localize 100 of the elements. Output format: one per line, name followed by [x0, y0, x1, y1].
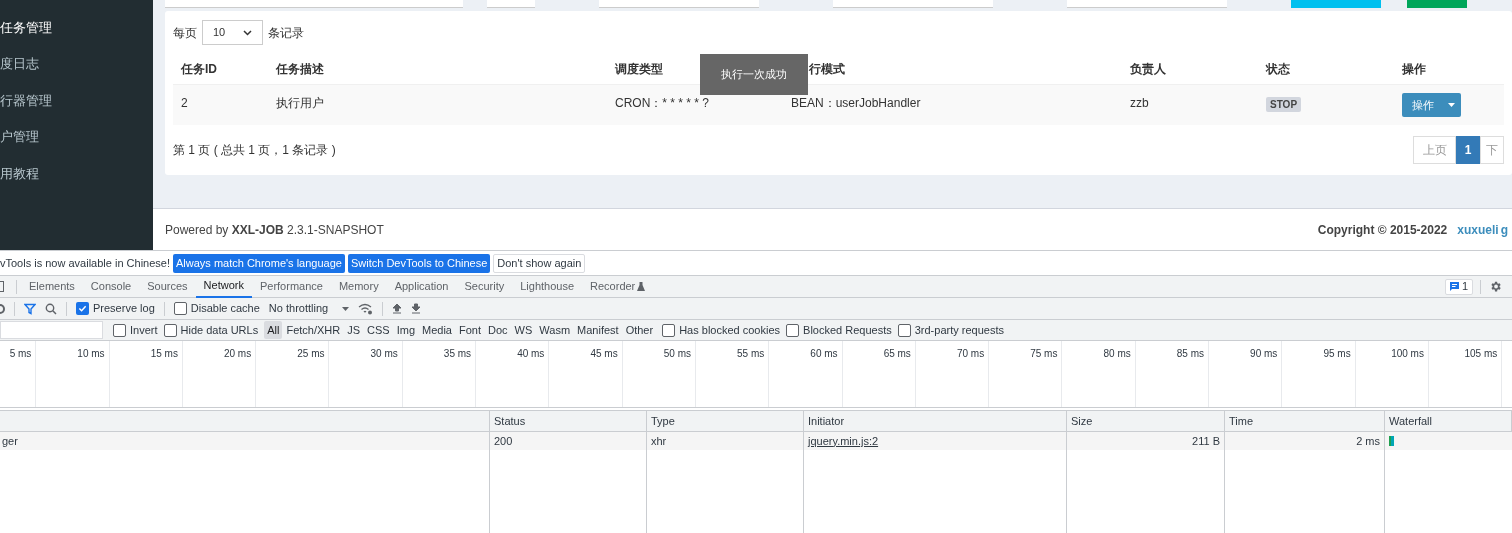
throttling-select[interactable]: No throttling: [268, 300, 350, 317]
column-header: Time: [1229, 413, 1254, 429]
time-tick-label: 80 ms: [1103, 347, 1131, 361]
filter-field[interactable]: [833, 0, 993, 8]
page-size-label: 条记录: [268, 24, 304, 42]
checkbox-label: Invert: [130, 322, 158, 338]
devtools-tab[interactable]: Recorder: [582, 275, 644, 298]
table-cell: BEAN：userJobHandler: [791, 96, 921, 110]
column-header: 行模式: [809, 60, 845, 78]
filter-field[interactable]: [1067, 0, 1227, 8]
table-cell: zzb: [1130, 96, 1149, 110]
checkbox[interactable]: [163, 323, 177, 337]
checkbox[interactable]: [76, 302, 89, 315]
filter-field[interactable]: [487, 0, 535, 8]
time-tick-label: 15 ms: [150, 347, 178, 361]
checkbox-label: Disable cache: [190, 301, 260, 317]
column-header: 负责人: [1130, 60, 1166, 78]
column-header: Type: [651, 413, 675, 429]
search-icon[interactable]: [45, 302, 57, 315]
devtools-tab[interactable]: Application: [386, 275, 457, 298]
resource-type-filter[interactable]: Fetch/XHR: [283, 321, 344, 339]
sidebar-item[interactable]: 户管理: [0, 118, 153, 155]
filter-icon[interactable]: [24, 302, 36, 315]
time-tick-label: 20 ms: [223, 347, 252, 361]
chevron-icon: [243, 29, 252, 36]
resource-type-filter[interactable]: All: [264, 321, 283, 339]
table-cell-text: xhr: [651, 433, 667, 449]
filter-input[interactable]: [0, 321, 103, 339]
banner-button[interactable]: Don't show again: [493, 253, 586, 273]
wifi-settings-icon[interactable]: [358, 302, 374, 315]
resource-type-filter[interactable]: CSS: [364, 321, 393, 339]
filter-field[interactable]: [599, 0, 759, 8]
table-cell: 执行用户: [276, 96, 324, 110]
banner-text: vTools is now available in Chinese!: [0, 255, 170, 271]
devtools-tab[interactable]: Console: [82, 275, 140, 298]
sidebar-item[interactable]: 用教程: [0, 155, 153, 192]
devtools-tab[interactable]: Memory: [330, 275, 387, 298]
resource-type-filter[interactable]: Media: [419, 321, 455, 339]
time-tick-label: 75 ms: [1030, 347, 1058, 361]
column-header: 任务ID: [181, 60, 217, 78]
check-icon: [78, 304, 87, 313]
sidebar-item[interactable]: 行器管理: [0, 82, 153, 119]
footer-link[interactable]: xuxueli: [1457, 220, 1499, 239]
copyright-text: Copyright © 2015-2022: [1317, 221, 1448, 239]
sidebar-item[interactable]: 度日志: [0, 45, 153, 82]
time-tick-label: 65 ms: [883, 347, 911, 361]
checkbox[interactable]: [786, 323, 800, 337]
resource-type-filter[interactable]: Img: [393, 321, 418, 339]
resource-type-filter[interactable]: Font: [456, 321, 484, 339]
column-header: Status: [494, 413, 526, 429]
page-button[interactable]: 1: [1456, 136, 1480, 164]
time-tick-label: 95 ms: [1323, 347, 1351, 361]
devtools-tab[interactable]: Performance: [251, 275, 331, 298]
issues-button[interactable]: 1: [1444, 278, 1473, 295]
time-tick-label: 25 ms: [297, 347, 325, 361]
sidebar-item[interactable]: 任务管理: [0, 9, 153, 46]
resource-type-filter[interactable]: Other: [622, 321, 657, 339]
column-header: 调度类型: [615, 60, 663, 78]
time-tick-label: 30 ms: [370, 347, 398, 361]
footer-link[interactable]: g: [1500, 220, 1508, 239]
devtools-tab[interactable]: Security: [456, 275, 513, 298]
caret-icon: [342, 306, 350, 311]
resource-type-filter[interactable]: WS: [511, 321, 536, 339]
upload-icon[interactable]: [392, 303, 403, 314]
checkbox[interactable]: [113, 323, 126, 337]
time-tick-label: 70 ms: [956, 347, 985, 361]
devtools-tab[interactable]: Sources: [139, 275, 196, 298]
column-header: Initiator: [808, 413, 845, 429]
filter-field[interactable]: [165, 0, 463, 8]
checkbox[interactable]: [897, 323, 911, 337]
page-size-select[interactable]: 10: [202, 20, 263, 45]
column-header: 状态: [1266, 60, 1290, 78]
caret-icon: [1448, 103, 1455, 107]
checkbox[interactable]: [173, 302, 187, 315]
resource-type-filter[interactable]: JS: [344, 321, 364, 339]
device-toolbar-icon[interactable]: [0, 281, 4, 292]
resource-type-filter[interactable]: Manifest: [574, 321, 622, 339]
devtools-tab[interactable]: Lighthouse: [512, 275, 583, 298]
checkbox-label: Has blocked cookies: [679, 322, 781, 338]
table-cell: CRON：* * * * * ?: [615, 96, 710, 110]
resource-type-filter[interactable]: Wasm: [536, 321, 574, 339]
column-header: 任务描述: [276, 60, 324, 78]
time-tick-label: 40 ms: [517, 347, 545, 361]
clear-icon[interactable]: [0, 303, 5, 314]
devtools-tab[interactable]: Elements: [21, 275, 83, 298]
checkbox[interactable]: [662, 323, 676, 337]
message-icon: [1449, 282, 1459, 291]
checkbox-label: 3rd-party requests: [914, 322, 1004, 338]
resource-type-filter[interactable]: Doc: [485, 321, 511, 339]
action-dropdown-button[interactable]: 操作: [1402, 93, 1461, 117]
download-icon[interactable]: [411, 303, 422, 314]
banner-button[interactable]: Switch DevTools to Chinese: [347, 253, 491, 273]
time-tick-label: 5 ms: [9, 347, 32, 361]
time-tick-label: 55 ms: [737, 347, 765, 361]
banner-button[interactable]: Always match Chrome's language: [173, 253, 345, 273]
table-cell-text: 2 ms: [1356, 433, 1380, 449]
settings-icon[interactable]: [1489, 280, 1502, 293]
table-cell: 2: [181, 96, 188, 110]
initiator-link[interactable]: jquery.min.js:2: [808, 432, 879, 450]
powered-by-text: Powered by XXL-JOB 2.3.1-SNAPSHOT: [165, 221, 384, 239]
